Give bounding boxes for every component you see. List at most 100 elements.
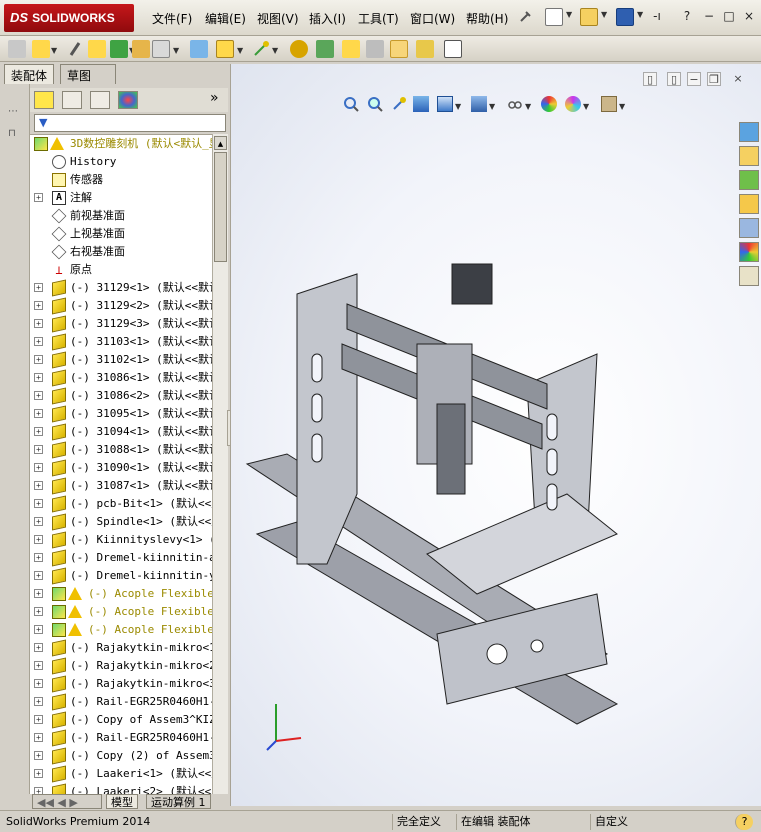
reference-geometry-icon[interactable] <box>252 40 270 58</box>
save-dropdown-icon[interactable]: ▼ <box>637 10 643 19</box>
configuration-manager-icon[interactable] <box>90 91 110 109</box>
tree-item-sensors[interactable]: 传感器 <box>30 171 228 189</box>
expand-icon[interactable]: + <box>34 535 43 544</box>
tree-item-part[interactable]: + (-) 31129<2> (默认<<默认 <box>30 297 228 315</box>
zoom-to-area-icon[interactable] <box>367 96 383 112</box>
expand-icon[interactable]: + <box>34 355 43 364</box>
tab-nav-arrows[interactable]: ◀◀ ◀ ▶ ▶▶ <box>32 794 102 824</box>
tree-item-part[interactable]: + (-) Rail-EGR25R0460H1-20 <box>30 729 228 747</box>
pin-menu-icon[interactable] <box>516 8 534 26</box>
help-icon[interactable]: ? <box>735 814 753 830</box>
expand-icon[interactable]: + <box>34 715 43 724</box>
apply-scene-icon[interactable] <box>565 96 581 112</box>
display-style-icon[interactable] <box>471 96 487 112</box>
new-document-icon[interactable] <box>545 8 563 26</box>
tree-item-origin[interactable]: ⊥ 原点 <box>30 261 228 279</box>
menu-file[interactable]: 文件(F) <box>152 10 192 27</box>
scroll-up-icon[interactable]: ▲ <box>214 136 227 150</box>
solidworks-resources-icon[interactable] <box>739 122 759 142</box>
tree-item-part[interactable]: + (-) 31090<1> (默认<<默认 <box>30 459 228 477</box>
show-hidden-icon[interactable] <box>190 40 208 58</box>
help-button[interactable]: ? <box>678 8 696 24</box>
home-icon[interactable] <box>739 146 759 166</box>
view-settings-dropdown-icon[interactable]: ▼ <box>619 102 625 111</box>
viewport-minimize-icon[interactable]: − <box>687 72 701 86</box>
orientation-dropdown-icon[interactable]: ▼ <box>455 102 461 111</box>
collapse-menu-button[interactable]: -ı <box>648 8 666 24</box>
close-button[interactable]: × <box>740 8 758 24</box>
tree-item-part[interactable]: + (-) 31103<1> (默认<<默认 <box>30 333 228 351</box>
expand-icon[interactable]: + <box>34 445 43 454</box>
menu-view[interactable]: 视图(V) <box>257 10 299 27</box>
tree-item-history[interactable]: History <box>30 153 228 171</box>
expand-icon[interactable]: + <box>34 193 43 202</box>
expand-icon[interactable]: + <box>34 769 43 778</box>
expand-icon[interactable]: + <box>34 697 43 706</box>
expand-icon[interactable]: + <box>34 625 43 634</box>
tree-item-part[interactable]: + (-) 31086<2> (默认<<默认 <box>30 387 228 405</box>
tree-item-part[interactable]: + (-) 31086<1> (默认<<默认 <box>30 369 228 387</box>
tree-item-part[interactable]: + (-) 31129<1> (默认<<默认 <box>30 279 228 297</box>
zoom-to-fit-icon[interactable] <box>343 96 359 112</box>
expand-icon[interactable]: + <box>34 373 43 382</box>
tree-item-part[interactable]: + (-) Laakeri<1> (默认<<默 <box>30 765 228 783</box>
bill-of-materials-icon[interactable] <box>316 40 334 58</box>
component-pattern-icon[interactable] <box>88 40 106 58</box>
tree-item-part[interactable]: + (-) pcb-Bit<1> (默认<<默 <box>30 495 228 513</box>
expand-icon[interactable]: + <box>34 787 43 794</box>
insert-component-icon[interactable] <box>8 40 26 58</box>
scroll-thumb[interactable] <box>214 152 227 262</box>
appearances-icon[interactable] <box>739 242 759 262</box>
expand-icon[interactable]: + <box>34 301 43 310</box>
tree-item-part[interactable]: + (-) Spindle<1> (默认<<默 <box>30 513 228 531</box>
exploded-view-icon[interactable] <box>342 40 360 58</box>
tree-root-assembly[interactable]: 3D数控雕刻机 (默认<默认_显 <box>30 135 228 153</box>
expand-icon[interactable]: + <box>34 679 43 688</box>
tree-item-part[interactable]: + (-) Rajakytkin-mikro<2> <box>30 657 228 675</box>
display-style-dropdown-icon[interactable]: ▼ <box>489 102 495 111</box>
expand-icon[interactable]: + <box>34 319 43 328</box>
tree-toggle-icon[interactable]: ⋯ <box>8 106 18 117</box>
graphics-area[interactable]: ▯ ▯ − ❐ × ▼ ▼ ▼ ▼ ▼ <box>230 64 761 806</box>
tree-item-part[interactable]: + (-) Kiinnityslevy<1> (默 <box>30 531 228 549</box>
expand-icon[interactable]: + <box>34 409 43 418</box>
edit-appearance-icon[interactable] <box>541 96 557 112</box>
tab-model[interactable]: 模型 <box>106 794 138 809</box>
file-explorer-icon[interactable] <box>739 194 759 214</box>
expand-icon[interactable]: + <box>34 751 43 760</box>
view-settings-icon[interactable] <box>601 96 617 112</box>
tree-item-part[interactable]: + (-) Acople Flexible_I <box>30 585 228 603</box>
featuremanager-tree-icon[interactable] <box>34 91 54 109</box>
previous-view-icon[interactable] <box>391 96 407 112</box>
tree-item-part[interactable]: + (-) 31102<1> (默认<<默认 <box>30 351 228 369</box>
menu-edit[interactable]: 编辑(E) <box>205 10 246 27</box>
tree-item-annotations[interactable]: + A 注解 <box>30 189 228 207</box>
expand-icon[interactable]: + <box>34 283 43 292</box>
expand-icon[interactable]: + <box>34 427 43 436</box>
tree-item-part[interactable]: + (-) 31095<1> (默认<<默认 <box>30 405 228 423</box>
tree-item-part[interactable]: + (-) Copy (2) of Assem3^1 <box>30 747 228 765</box>
property-manager-icon[interactable] <box>62 91 82 109</box>
menu-help[interactable]: 帮助(H) <box>466 10 508 27</box>
tree-item-part[interactable]: + (-) Laakeri<2> (默认<<默 <box>30 783 228 794</box>
expand-icon[interactable]: + <box>34 481 43 490</box>
tab-motion-study[interactable]: 运动算例 1 <box>146 794 211 809</box>
panel-more-button[interactable]: » <box>210 90 219 106</box>
new-dropdown-icon[interactable]: ▼ <box>566 10 572 19</box>
tree-item-part[interactable]: + (-) 31129<3> (默认<<默认 <box>30 315 228 333</box>
viewport-close-icon[interactable]: × <box>731 72 745 86</box>
linear-pattern-icon[interactable] <box>110 40 128 58</box>
tab-assembly[interactable]: 装配体 <box>4 64 55 84</box>
hide-show-items-icon[interactable] <box>507 96 523 112</box>
menu-tools[interactable]: 工具(T) <box>358 10 399 27</box>
view-palette-icon[interactable] <box>739 218 759 238</box>
tree-item-part[interactable]: + (-) Acople Flexible_I <box>30 603 228 621</box>
assembly-features-icon[interactable] <box>216 40 234 58</box>
expand-icon[interactable]: + <box>34 499 43 508</box>
tree-item-part[interactable]: + (-) Rajakytkin-mikro<3> <box>30 675 228 693</box>
section-view-icon[interactable] <box>413 96 429 112</box>
tree-item-part[interactable]: + (-) Dremel-kiinnitin-al <box>30 549 228 567</box>
units-custom-button[interactable]: 自定义 <box>590 814 632 830</box>
scene-dropdown-icon[interactable]: ▼ <box>583 102 589 111</box>
tree-item-part[interactable]: + (-) Copy of Assem3^KIZAI <box>30 711 228 729</box>
